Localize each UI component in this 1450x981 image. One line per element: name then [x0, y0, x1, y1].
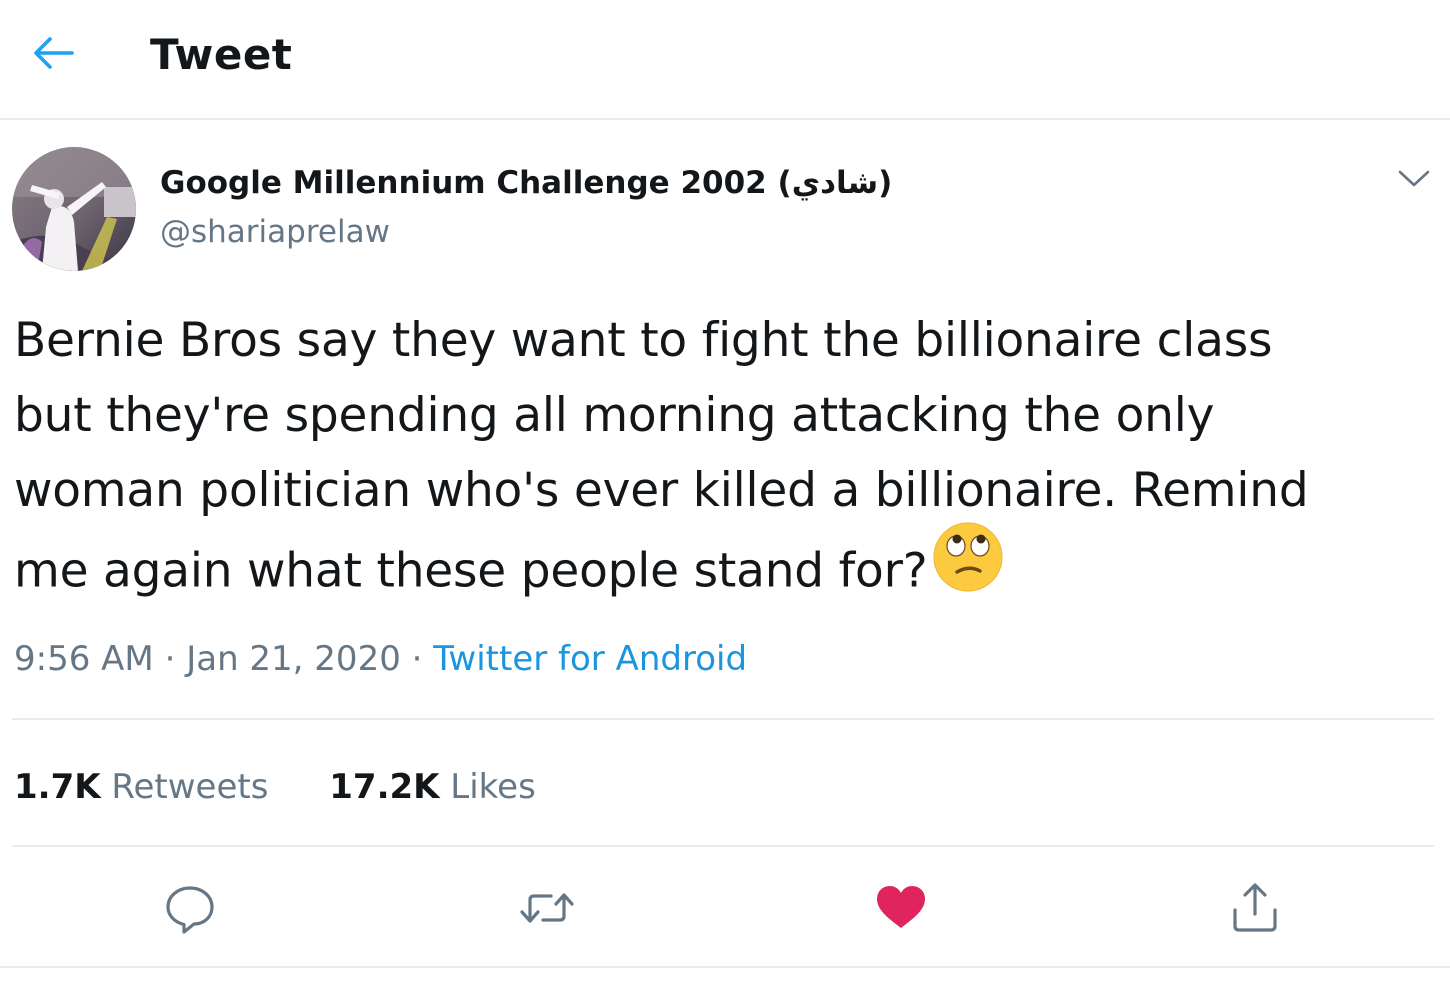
- tweet-time[interactable]: 9:56 AM: [14, 639, 154, 679]
- retweets-label: Retweets: [111, 767, 269, 807]
- tweet-source-link[interactable]: Twitter for Android: [433, 639, 747, 679]
- rolling-eyes-emoji-icon: [933, 522, 1003, 614]
- author-display-name[interactable]: Google Millennium Challenge 2002 (شادي): [160, 163, 892, 203]
- tweet-text-line: Bernie Bros say they want to fight the b…: [14, 313, 1273, 368]
- back-button[interactable]: [24, 30, 80, 76]
- like-button[interactable]: [873, 880, 929, 936]
- retweet-button[interactable]: [517, 880, 574, 936]
- likes-count: 17.2K: [329, 767, 440, 807]
- tweet-text-line: woman politician who's ever killed a bil…: [14, 463, 1309, 518]
- tweet-text-line-last: me again what these people stand for?: [14, 522, 1439, 620]
- divider: [12, 845, 1434, 847]
- retweet-icon: [520, 893, 574, 923]
- share-button[interactable]: [1227, 880, 1283, 936]
- likes-stat[interactable]: 17.2K Likes: [329, 765, 536, 809]
- retweets-stat[interactable]: 1.7K Retweets: [14, 765, 268, 809]
- avatar-image: [12, 147, 136, 271]
- share-icon: [1233, 883, 1277, 932]
- reply-button[interactable]: [162, 880, 218, 936]
- chevron-down-icon: [1398, 170, 1430, 187]
- page-header: Tweet: [0, 0, 1450, 120]
- author-handle[interactable]: @shariaprelaw: [160, 212, 390, 252]
- tweet-text-line: but they're spending all morning attacki…: [14, 388, 1215, 443]
- tweet-date[interactable]: Jan 21, 2020: [186, 639, 401, 679]
- divider: [12, 718, 1434, 720]
- tweet-meta: 9:56 AM · Jan 21, 2020 · Twitter for And…: [14, 637, 747, 681]
- heart-icon: [877, 886, 925, 928]
- arrow-left-icon: [34, 37, 74, 69]
- tweet-text: Bernie Bros say they want to fight the b…: [14, 303, 1439, 620]
- retweets-count: 1.7K: [14, 767, 101, 807]
- tweet-text-line: me again what these people stand for?: [14, 543, 928, 599]
- page-title: Tweet: [150, 30, 293, 79]
- divider: [0, 966, 1450, 968]
- likes-label: Likes: [450, 767, 536, 807]
- meta-separator: ·: [164, 639, 176, 679]
- tweet-stats: 1.7K Retweets 17.2K Likes: [14, 765, 536, 809]
- meta-separator: ·: [411, 639, 423, 679]
- reply-icon: [166, 886, 214, 934]
- avatar[interactable]: [12, 147, 136, 271]
- more-options-button[interactable]: [1392, 160, 1436, 196]
